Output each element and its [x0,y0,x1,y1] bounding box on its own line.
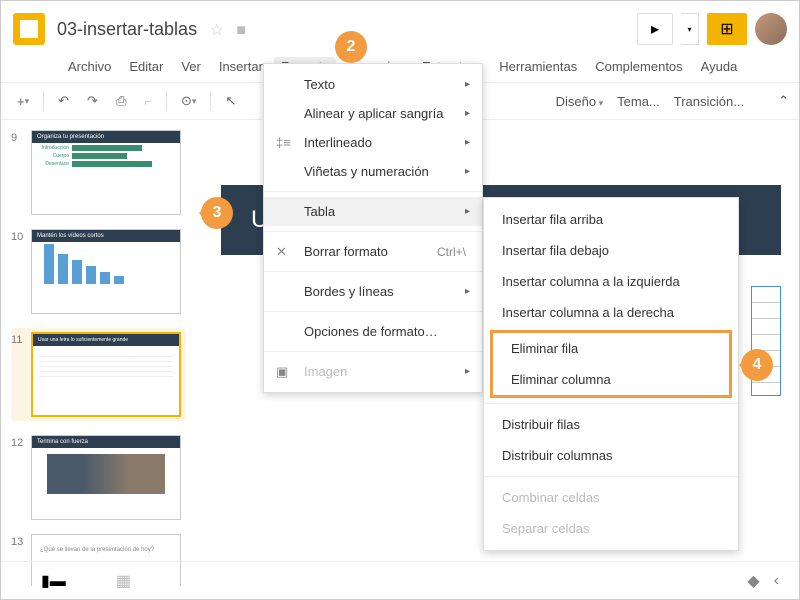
callout-2: 2 [335,31,367,63]
menu-ayuda[interactable]: Ayuda [694,57,745,76]
filmstrip-view-icon[interactable]: ▮▬ [41,571,66,591]
callout-4: 4 [741,349,773,381]
mi-opciones-formato[interactable]: Opciones de formato… [264,317,482,346]
folder-icon[interactable]: ■ [236,22,246,39]
mi-borrar-formato[interactable]: ✕Borrar formatoCtrl+\ [264,237,482,266]
star-icon[interactable]: ☆ [210,22,224,39]
callout-3: 3 [201,197,233,229]
undo-button[interactable]: ↶ [52,89,75,113]
smi-eliminar-columna[interactable]: Eliminar columna [493,364,729,395]
menu-herramientas[interactable]: Herramientas [492,57,584,76]
share-button[interactable]: ⊞ [707,13,747,45]
clear-format-icon: ✕ [276,244,287,260]
slide-thumb-12[interactable]: 12 Termina con fuerza [11,435,186,520]
present-dropdown[interactable]: ▾ [681,13,699,45]
collapse-icon[interactable]: ⌃ [778,93,789,109]
mi-interlineado[interactable]: ‡≡Interlineado [264,128,482,157]
chevron-left-icon[interactable]: ‹ [774,572,779,590]
image-icon: ▣ [276,364,288,380]
new-slide-button[interactable]: + [11,90,35,113]
header: 03-insertar-tablas ☆ ■ ▸ ▾ ⊞ [1,1,799,57]
grid-view-icon[interactable]: ▦ [116,571,131,591]
doc-title[interactable]: 03-insertar-tablas [57,19,197,39]
highlight-box: Eliminar fila Eliminar columna [490,330,732,398]
slides-logo[interactable] [13,13,45,45]
bottom-bar: ▮▬ ▦ ◆ ‹ [1,561,799,599]
menu-complementos[interactable]: Complementos [588,57,689,76]
slide-thumb-11[interactable]: 11 Usar una letra lo suficientemente gra… [11,328,186,421]
avatar[interactable] [755,13,787,45]
layout-dropdown[interactable]: Diseño [556,94,604,109]
mi-texto[interactable]: Texto [264,70,482,99]
mi-vinetas[interactable]: Viñetas y numeración [264,157,482,186]
zoom-button[interactable]: ⊙ [175,89,202,113]
menu-archivo[interactable]: Archivo [61,57,118,76]
smi-insertar-fila-debajo[interactable]: Insertar fila debajo [484,235,738,266]
smi-distribuir-filas[interactable]: Distribuir filas [484,409,738,440]
mi-tabla[interactable]: Tabla [264,197,482,226]
slide-thumb-10[interactable]: 10 Mantén los vídeos cortos [11,229,186,314]
mi-bordes[interactable]: Bordes y líneas [264,277,482,306]
menu-editar[interactable]: Editar [122,57,170,76]
smi-insertar-col-der[interactable]: Insertar columna a la derecha [484,297,738,328]
smi-insertar-col-izq[interactable]: Insertar columna a la izquierda [484,266,738,297]
smi-distribuir-columnas[interactable]: Distribuir columnas [484,440,738,471]
present-button[interactable]: ▸ [637,13,673,45]
print-button[interactable]: ⎙ [110,89,132,113]
smi-separar-celdas: Separar celdas [484,513,738,544]
slide-panel: 9 Organiza tu presentación Introducción … [1,120,196,586]
mi-imagen: ▣Imagen [264,357,482,386]
paint-format-button[interactable]: ⌐ [138,90,158,113]
slide-thumb-9[interactable]: 9 Organiza tu presentación Introducción … [11,130,186,215]
theme-button[interactable]: Tema... [617,94,660,109]
transition-button[interactable]: Transición... [674,94,744,109]
mi-alinear[interactable]: Alinear y aplicar sangría [264,99,482,128]
select-tool[interactable]: ↖ [219,89,242,113]
format-menu: Texto Alinear y aplicar sangría ‡≡Interl… [263,63,483,393]
explore-icon[interactable]: ◆ [747,571,759,591]
smi-insertar-fila-arriba[interactable]: Insertar fila arriba [484,204,738,235]
line-spacing-icon: ‡≡ [276,135,291,150]
menu-ver[interactable]: Ver [174,57,208,76]
redo-button[interactable]: ↷ [81,89,104,113]
smi-combinar-celdas: Combinar celdas [484,482,738,513]
table-submenu: Insertar fila arriba Insertar fila debaj… [483,197,739,551]
smi-eliminar-fila[interactable]: Eliminar fila [493,333,729,364]
menu-insertar[interactable]: Insertar [212,57,270,76]
